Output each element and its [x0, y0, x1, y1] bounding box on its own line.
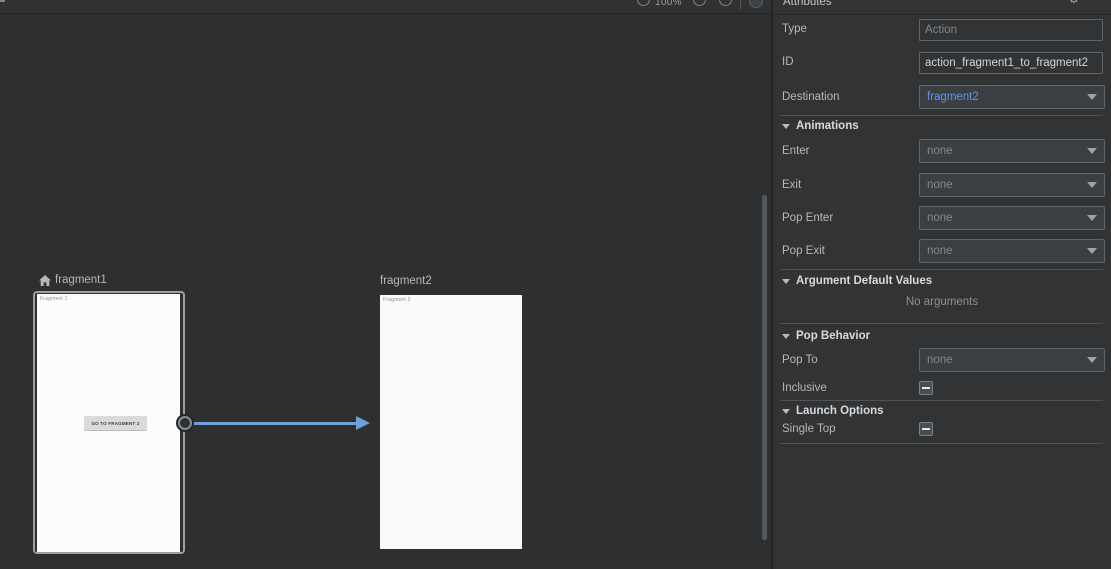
action-arrow-head — [356, 416, 370, 430]
home-icon — [39, 274, 51, 286]
id-field[interactable] — [919, 52, 1103, 74]
chevron-down-icon — [1087, 248, 1097, 254]
exit-row: Exit none — [773, 173, 1111, 197]
inclusive-checkbox[interactable] — [919, 381, 933, 395]
type-row: Type — [773, 18, 1111, 42]
fragment2-label: fragment2 — [380, 275, 432, 287]
fragment1-preview-title: Fragment 1 — [40, 296, 68, 302]
pop-behavior-section-header[interactable]: Pop Behavior — [782, 329, 870, 343]
action-handle[interactable] — [178, 416, 192, 430]
separator — [781, 400, 1103, 401]
chevron-down-icon — [1087, 357, 1097, 363]
pop-exit-row: Pop Exit none — [773, 239, 1111, 263]
destination-dropdown[interactable]: fragment2 — [919, 85, 1105, 109]
indeterminate-dash-icon — [922, 428, 930, 430]
type-field[interactable] — [919, 19, 1103, 41]
pop-to-row: Pop To none — [773, 348, 1111, 372]
inclusive-row: Inclusive — [773, 381, 1111, 396]
fragment2-preview-title: Fragment 2 — [383, 297, 411, 303]
enter-dropdown[interactable]: none — [919, 139, 1105, 163]
chevron-down-icon — [1087, 182, 1097, 188]
separator — [781, 323, 1103, 324]
pop-exit-dropdown[interactable]: none — [919, 239, 1105, 263]
launch-options-title: Launch Options — [796, 405, 884, 417]
single-top-label: Single Top — [782, 423, 836, 435]
destination-label: Destination — [782, 91, 840, 103]
chevron-down-icon — [1087, 215, 1097, 221]
attributes-panel: Attributes ⚙ Type ID Destination fragmen… — [773, 0, 1111, 569]
zoom-fit-icon[interactable] — [719, 0, 732, 6]
id-row: ID — [773, 52, 1111, 76]
collapse-triangle-icon — [782, 123, 790, 129]
canvas-toolbar: 100% — [0, 0, 771, 14]
indeterminate-dash-icon — [922, 387, 930, 389]
pop-enter-label: Pop Enter — [782, 212, 834, 224]
argument-defaults-title: Argument Default Values — [796, 275, 933, 287]
argument-defaults-section-header[interactable]: Argument Default Values — [782, 274, 932, 288]
launch-options-section-header[interactable]: Launch Options — [782, 404, 884, 418]
gear-icon[interactable]: ⚙ — [1068, 0, 1080, 6]
pop-enter-value: none — [927, 212, 953, 224]
no-arguments-text: No arguments — [905, 296, 979, 308]
type-label: Type — [782, 23, 807, 35]
toolbar-separator — [740, 0, 741, 9]
pop-to-value: none — [927, 354, 953, 366]
pop-exit-label: Pop Exit — [782, 245, 825, 257]
zoom-level: 100% — [655, 0, 682, 8]
destination-row: Destination fragment2 — [773, 85, 1111, 109]
collapse-triangle-icon — [782, 333, 790, 339]
exit-dropdown[interactable]: none — [919, 173, 1105, 197]
pop-exit-value: none — [927, 245, 953, 257]
fragment2-preview[interactable]: Fragment 2 — [380, 295, 522, 549]
separator — [781, 269, 1103, 270]
destination-value: fragment2 — [927, 91, 979, 103]
pop-enter-row: Pop Enter none — [773, 206, 1111, 230]
action-arrow[interactable] — [191, 422, 357, 425]
pop-to-label: Pop To — [782, 354, 818, 366]
enter-row: Enter none — [773, 139, 1111, 163]
design-surface[interactable]: 100% fragment1 Fragment 1 GO TO FRAGMENT… — [0, 0, 771, 569]
animations-section-header[interactable]: Animations — [782, 119, 859, 133]
fragment1-label: fragment1 — [55, 274, 107, 286]
zoom-in-icon[interactable] — [693, 0, 706, 6]
enter-value: none — [927, 145, 953, 157]
pop-enter-dropdown[interactable]: none — [919, 206, 1105, 230]
attributes-panel-title: Attributes — [783, 0, 832, 8]
chevron-down-icon — [1087, 94, 1097, 100]
fragment2-header[interactable]: fragment2 — [380, 274, 432, 288]
single-top-checkbox[interactable] — [919, 422, 933, 436]
zoom-out-icon[interactable] — [637, 0, 650, 6]
collapse-triangle-icon — [782, 408, 790, 414]
enter-label: Enter — [782, 145, 810, 157]
separator — [781, 115, 1103, 116]
canvas-vertical-scrollbar[interactable] — [762, 195, 767, 540]
collapse-triangle-icon — [782, 278, 790, 284]
fragment1-preview[interactable]: Fragment 1 GO TO FRAGMENT 2 — [37, 294, 180, 552]
chevron-down-icon — [1087, 148, 1097, 154]
go-to-fragment2-button: GO TO FRAGMENT 2 — [84, 416, 147, 430]
animations-title: Animations — [796, 120, 859, 132]
fragment1-header[interactable]: fragment1 — [39, 273, 107, 287]
id-label: ID — [782, 56, 794, 68]
attributes-panel-header: Attributes ⚙ — [773, 0, 1111, 15]
pop-to-dropdown[interactable]: none — [919, 348, 1105, 372]
exit-value: none — [927, 179, 953, 191]
pan-icon[interactable] — [749, 0, 763, 8]
corner-mark — [0, 0, 5, 2]
pop-behavior-title: Pop Behavior — [796, 330, 871, 342]
single-top-row: Single Top — [773, 422, 1111, 437]
separator — [781, 443, 1103, 444]
exit-label: Exit — [782, 179, 802, 191]
inclusive-label: Inclusive — [782, 382, 827, 394]
